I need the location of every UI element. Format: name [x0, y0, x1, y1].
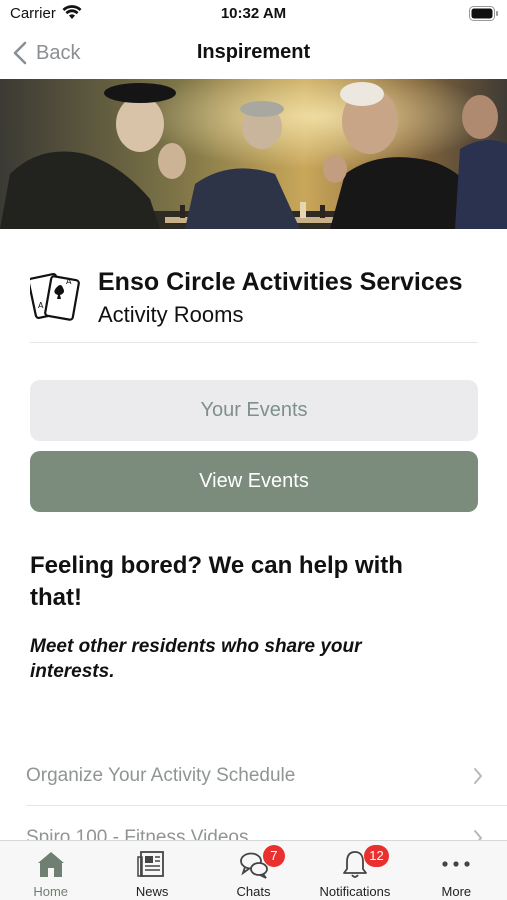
- hero-image: [0, 79, 507, 229]
- back-button[interactable]: Back: [12, 38, 80, 68]
- chess-players-photo: [0, 79, 507, 229]
- battery-icon: [469, 6, 498, 21]
- tab-label: Notifications: [319, 884, 391, 899]
- status-time: 10:32 AM: [220, 5, 287, 22]
- status-bar: Carrier 10:32 AM: [0, 0, 507, 28]
- tab-more[interactable]: More: [406, 841, 507, 900]
- chats-badge: 7: [262, 845, 285, 867]
- tab-news[interactable]: News: [101, 841, 202, 900]
- back-label: Back: [36, 41, 81, 64]
- home-icon: [37, 852, 64, 877]
- promo-subheading: Meet other residents who share your inte…: [30, 636, 362, 682]
- svg-text:A: A: [38, 301, 44, 310]
- your-events-button[interactable]: Your Events: [30, 380, 478, 441]
- tab-label: News: [135, 884, 169, 899]
- promo-heading: Feeling bored? We can help with that!: [30, 552, 403, 611]
- newspaper-icon: [137, 851, 165, 877]
- chevron-left-icon: [13, 41, 27, 65]
- chevron-right-icon: [474, 768, 482, 784]
- service-header: A A Enso Circle Activities Services Acti…: [30, 258, 478, 343]
- more-dots-icon: [442, 861, 470, 867]
- tab-chats[interactable]: 7 Chats: [203, 841, 304, 900]
- tab-bar: Home News 7 Chats 12 Notifications More: [0, 840, 507, 900]
- navigation-bar: Back Inspirement: [0, 28, 507, 78]
- tab-notifications[interactable]: 12 Notifications: [304, 841, 405, 900]
- view-events-button[interactable]: View Events: [30, 451, 478, 512]
- list-divider: [26, 805, 507, 806]
- list-item-organize-schedule[interactable]: Organize Your Activity Schedule: [0, 745, 507, 807]
- svg-text:A: A: [66, 277, 72, 286]
- service-subtitle: Activity Rooms: [98, 302, 244, 327]
- tab-label: More: [441, 884, 472, 899]
- notifications-badge: 12: [364, 845, 389, 867]
- tab-label: Home: [33, 884, 69, 899]
- list-item-label: Organize Your Activity Schedule: [26, 765, 296, 786]
- tab-home[interactable]: Home: [0, 841, 101, 900]
- tab-label: Chats: [236, 884, 271, 899]
- playing-cards-icon: A A: [30, 272, 80, 321]
- service-name: Enso Circle Activities Services: [98, 268, 463, 296]
